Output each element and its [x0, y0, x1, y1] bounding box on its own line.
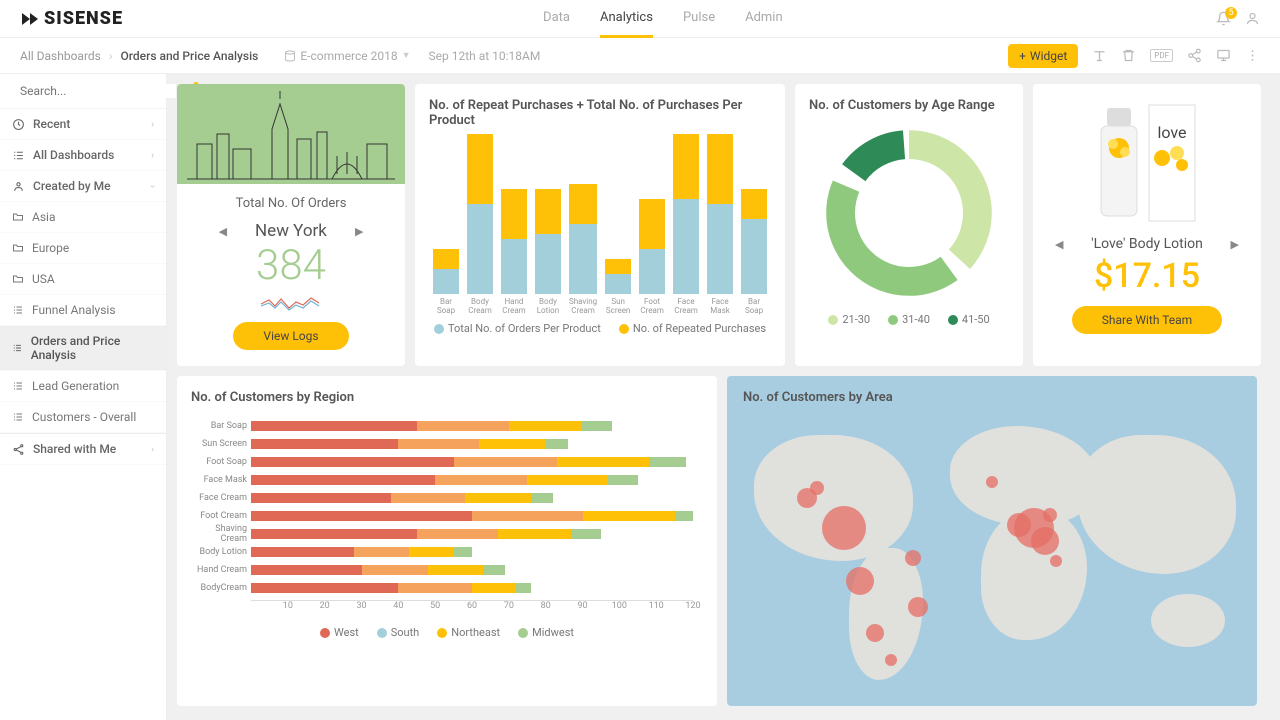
notifications-icon[interactable]: 5	[1216, 11, 1231, 26]
chart-icon	[12, 380, 24, 392]
timestamp: Sep 12th at 10:18AM	[429, 49, 541, 63]
datasource-icon[interactable]	[284, 49, 296, 63]
chevron-icon: ›	[109, 49, 113, 63]
region-legend: West South Northeast Midwest	[191, 626, 703, 639]
skyline-illustration	[177, 84, 405, 184]
chart-icon	[12, 411, 24, 423]
donut-chart[interactable]	[819, 123, 999, 303]
sidebar-item-orders-price[interactable]: Orders and Price Analysis	[0, 326, 166, 371]
share-icon	[12, 443, 25, 456]
region-card: No. of Customers by Region Bar SoapSun S…	[177, 376, 717, 706]
clock-icon	[12, 118, 25, 131]
logo-icon	[20, 9, 40, 29]
orders-card: Total No. Of Orders ◀ New York ▶ 384 Vie…	[177, 84, 405, 366]
repeat-purchases-title: No. of Repeat Purchases + Total No. of P…	[429, 98, 771, 128]
text-tool-icon[interactable]	[1092, 48, 1107, 63]
datasource-label[interactable]: E-commerce 2018	[300, 49, 397, 63]
chevron-down-icon[interactable]: ▼	[402, 50, 411, 61]
present-icon[interactable]	[1216, 48, 1231, 63]
product-card: love ◀ 'Love' Body Lotion ▶ $17.15 Share…	[1033, 84, 1261, 366]
chart-icon	[12, 304, 24, 316]
sidebar-item-customers[interactable]: Customers - Overall	[0, 402, 166, 433]
city-name: New York	[255, 221, 327, 241]
sidebar-item-asia[interactable]: Asia	[0, 202, 166, 233]
brand-logo[interactable]: SISENSE	[20, 8, 123, 29]
search-input[interactable]	[20, 84, 176, 98]
sidebar-item-europe[interactable]: Europe	[0, 233, 166, 264]
repeat-purchases-card: No. of Repeat Purchases + Total No. of P…	[415, 84, 785, 366]
orders-value: 384	[256, 241, 326, 290]
product-name: 'Love' Body Lotion	[1091, 236, 1203, 252]
notif-badge: 5	[1225, 7, 1237, 19]
orders-title: Total No. Of Orders	[236, 196, 347, 211]
folder-icon	[12, 242, 24, 254]
age-legend: 21-30 31-40 41-50	[809, 313, 1009, 326]
sidebar: + Recent› All Dashboards› Created by Me›…	[0, 74, 167, 720]
sidebar-item-funnel[interactable]: Funnel Analysis	[0, 295, 166, 326]
age-range-title: No. of Customers by Age Range	[809, 98, 1009, 113]
more-icon[interactable]	[1245, 48, 1260, 63]
product-price: $17.15	[1094, 256, 1200, 296]
sidebar-all-dashboards[interactable]: All Dashboards›	[0, 140, 166, 171]
sidebar-item-lead-gen[interactable]: Lead Generation	[0, 371, 166, 402]
breadcrumb-page: Orders and Price Analysis	[120, 49, 258, 63]
sparkline	[261, 294, 321, 312]
nav-admin[interactable]: Admin	[745, 0, 783, 38]
hbar-chart[interactable]: Bar SoapSun ScreenFoot SoapFace MaskFace…	[191, 413, 703, 614]
delete-icon[interactable]	[1121, 48, 1136, 63]
world-map[interactable]: No. of Customers by Area	[727, 376, 1257, 706]
sidebar-item-usa[interactable]: USA	[0, 264, 166, 295]
pdf-export-icon[interactable]: PDF	[1150, 49, 1173, 62]
view-logs-button[interactable]: View Logs	[233, 322, 348, 350]
user-icon[interactable]	[1245, 11, 1260, 26]
add-widget-button[interactable]: +Widget	[1008, 44, 1078, 68]
svg-text:love: love	[1157, 123, 1186, 142]
bar-chart[interactable]: BarSoapBodyCreamHandCreamBodyLotionShavi…	[429, 136, 771, 316]
sidebar-recent[interactable]: Recent›	[0, 109, 166, 140]
share-icon[interactable]	[1187, 48, 1202, 63]
product-next-icon[interactable]: ▶	[1231, 238, 1239, 251]
age-range-card: No. of Customers by Age Range 21-30 31-4…	[795, 84, 1023, 366]
nav-pulse[interactable]: Pulse	[683, 0, 715, 38]
sidebar-shared[interactable]: Shared with Me›	[0, 433, 166, 465]
product-image: love	[1087, 98, 1207, 228]
bar-legend: Total No. of Orders Per Product No. of R…	[429, 322, 771, 335]
brand-text: SISENSE	[44, 8, 123, 29]
folder-icon	[12, 273, 24, 285]
user-icon	[12, 180, 25, 193]
region-title: No. of Customers by Region	[191, 390, 703, 405]
product-prev-icon[interactable]: ◀	[1055, 238, 1063, 251]
area-title: No. of Customers by Area	[743, 390, 893, 405]
folder-icon	[12, 211, 24, 223]
nav-data[interactable]: Data	[543, 0, 570, 38]
chart-icon	[12, 342, 23, 354]
list-icon	[12, 149, 25, 162]
nav-analytics[interactable]: Analytics	[600, 0, 653, 38]
city-next-icon[interactable]: ▶	[355, 225, 363, 238]
sidebar-created-by-me[interactable]: Created by Me›	[0, 171, 166, 202]
area-card: No. of Customers by Area	[727, 376, 1257, 706]
city-prev-icon[interactable]: ◀	[219, 225, 227, 238]
breadcrumb-root[interactable]: All Dashboards	[20, 49, 101, 63]
share-team-button[interactable]: Share With Team	[1072, 306, 1222, 334]
